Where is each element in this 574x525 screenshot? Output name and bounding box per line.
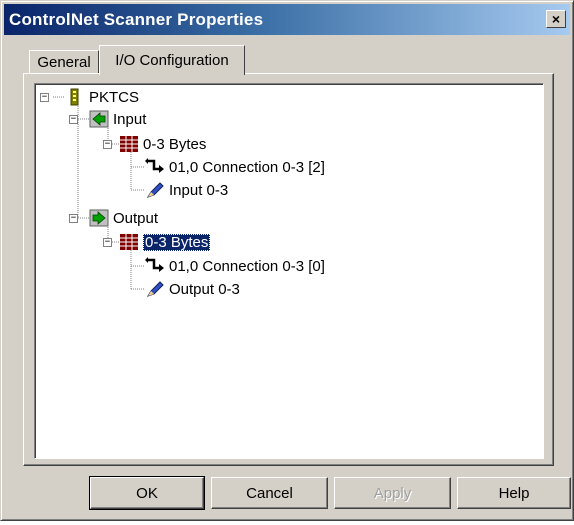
tree-node-output[interactable]: Output bbox=[89, 208, 158, 228]
window-title: ControlNet Scanner Properties bbox=[9, 9, 264, 29]
tree-node-input-connection[interactable]: 01,0 Connection 0-3 [2] bbox=[145, 157, 325, 177]
help-button[interactable]: Help bbox=[457, 477, 571, 509]
tree-node-output-label: Output bbox=[113, 209, 159, 227]
tab-general[interactable]: General bbox=[29, 50, 99, 74]
tree-node-input-connection-label: 01,0 Connection 0-3 [2] bbox=[169, 158, 325, 176]
cancel-button[interactable]: Cancel bbox=[211, 477, 328, 509]
tree-node-input-tag-label: Input 0-3 bbox=[169, 181, 229, 199]
tree-node-output-bytes[interactable]: 0-3 Bytes bbox=[119, 232, 211, 252]
data-grid-icon bbox=[120, 136, 138, 152]
output-bytes-expander[interactable]: − bbox=[103, 238, 112, 247]
io-tree-view[interactable]: − PKTCS − Input − 0-3 Bytes 01,0 Connect… bbox=[34, 83, 544, 459]
pencil-tag-icon bbox=[146, 182, 164, 198]
tree-node-root[interactable]: PKTCS bbox=[65, 87, 139, 107]
input-bytes-expander[interactable]: − bbox=[103, 140, 112, 149]
pencil-tag-icon bbox=[146, 281, 164, 297]
connection-arrow-icon bbox=[145, 158, 164, 173]
dialog-window: ControlNet Scanner Properties × General … bbox=[0, 0, 574, 521]
tree-node-input-tag[interactable]: Input 0-3 bbox=[145, 180, 228, 200]
tab-general-label: General bbox=[37, 54, 91, 71]
close-icon: × bbox=[551, 11, 561, 27]
tree-node-input[interactable]: Input bbox=[89, 109, 146, 129]
apply-button[interactable]: Apply bbox=[334, 477, 451, 509]
root-expander[interactable]: − bbox=[40, 93, 49, 102]
input-arrow-icon bbox=[89, 110, 109, 128]
tree-node-output-tag[interactable]: Output 0-3 bbox=[145, 279, 240, 299]
ok-button[interactable]: OK bbox=[89, 476, 205, 510]
output-expander[interactable]: − bbox=[69, 214, 78, 223]
tree-node-output-bytes-label: 0-3 Bytes bbox=[143, 233, 211, 251]
tree-node-input-bytes-label: 0-3 Bytes bbox=[143, 135, 207, 153]
tab-io-configuration[interactable]: I/O Configuration bbox=[99, 45, 245, 75]
tree-node-input-label: Input bbox=[113, 110, 147, 128]
tree-node-output-tag-label: Output 0-3 bbox=[169, 280, 240, 298]
tab-io-configuration-label: I/O Configuration bbox=[115, 52, 229, 69]
module-icon bbox=[70, 88, 79, 106]
title-bar[interactable]: ControlNet Scanner Properties × bbox=[4, 4, 570, 35]
data-grid-icon bbox=[120, 234, 138, 250]
tree-node-root-label: PKTCS bbox=[89, 88, 140, 106]
connection-arrow-icon bbox=[145, 257, 164, 272]
tree-node-output-connection[interactable]: 01,0 Connection 0-3 [0] bbox=[145, 256, 325, 276]
tree-node-input-bytes[interactable]: 0-3 Bytes bbox=[119, 134, 206, 154]
close-button[interactable]: × bbox=[546, 10, 566, 28]
tree-node-output-connection-label: 01,0 Connection 0-3 [0] bbox=[169, 257, 325, 275]
output-arrow-icon bbox=[89, 209, 109, 227]
input-expander[interactable]: − bbox=[69, 115, 78, 124]
